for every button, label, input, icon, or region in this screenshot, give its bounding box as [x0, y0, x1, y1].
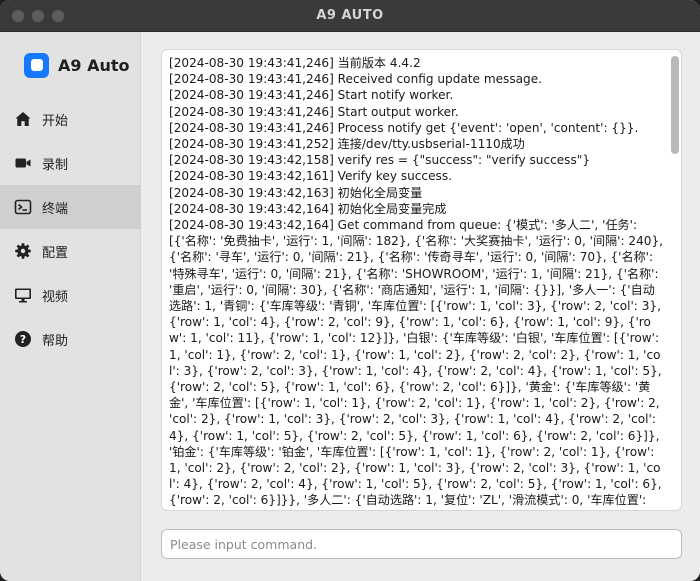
title-bar[interactable]: A9 AUTO — [0, 0, 700, 32]
log-line: [2024-08-30 19:43:42,164] Get command fr… — [169, 218, 664, 510]
sidebar: A9 Auto 开始 录制 终端 配置 视频 ? 帮助 — [0, 32, 141, 581]
log-line: [2024-08-30 19:43:41,246] Received confi… — [169, 72, 543, 87]
gear-icon — [13, 241, 33, 261]
window-title: A9 AUTO — [316, 8, 384, 23]
console-scrollbar[interactable] — [671, 56, 679, 154]
command-input[interactable] — [161, 529, 682, 559]
sidebar-item-start[interactable]: 开始 — [0, 97, 141, 141]
log-line: [2024-08-30 19:43:41,246] Process notify… — [169, 120, 639, 135]
log-text: [2024-08-30 19:43:41,246] 当前版本 4.4.2 [202… — [169, 55, 665, 510]
sidebar-item-label: 帮助 — [42, 333, 69, 349]
video-camera-icon — [13, 153, 33, 173]
sidebar-item-label: 录制 — [42, 157, 69, 173]
log-line: [2024-08-30 19:43:41,246] Start output w… — [169, 104, 459, 119]
sidebar-nav: 开始 录制 终端 配置 视频 ? 帮助 — [0, 97, 141, 361]
log-line: [2024-08-30 19:43:42,161] Verify key suc… — [169, 169, 452, 184]
terminal-icon — [13, 197, 33, 217]
sidebar-item-label: 视频 — [42, 289, 69, 305]
brand: A9 Auto — [24, 52, 130, 78]
help-icon: ? — [13, 329, 33, 349]
terminal-panel: [2024-08-30 19:43:41,246] 当前版本 4.4.2 [202… — [141, 32, 700, 581]
sidebar-item-video[interactable]: 视频 — [0, 273, 141, 317]
sidebar-item-label: 配置 — [42, 245, 69, 261]
home-icon — [13, 109, 33, 129]
monitor-icon — [13, 285, 33, 305]
console-output[interactable]: [2024-08-30 19:43:41,246] 当前版本 4.4.2 [202… — [161, 49, 682, 511]
log-line: [2024-08-30 19:43:42,158] verify res = {… — [169, 153, 591, 168]
brand-name: A9 Auto — [58, 55, 130, 75]
app-logo-icon — [24, 52, 49, 78]
log-line: [2024-08-30 19:43:42,163] 初始化全局变量 — [169, 185, 423, 200]
sidebar-item-config[interactable]: 配置 — [0, 229, 141, 273]
svg-text:?: ? — [20, 333, 26, 346]
sidebar-item-terminal[interactable]: 终端 — [0, 185, 141, 229]
log-line: [2024-08-30 19:43:41,252] 连接/dev/tty.usb… — [169, 137, 525, 152]
log-line: [2024-08-30 19:43:42,164] 初始化全局变量完成 — [169, 201, 447, 216]
log-line: [2024-08-30 19:43:41,246] 当前版本 4.4.2 — [169, 56, 421, 70]
log-line: [2024-08-30 19:43:41,246] Start notify w… — [169, 88, 454, 103]
sidebar-item-help[interactable]: ? 帮助 — [0, 317, 141, 361]
sidebar-item-label: 终端 — [42, 201, 69, 217]
app-window: A9 AUTO A9 Auto 开始 录制 终端 配置 视频 ? 帮助 [202… — [0, 0, 700, 581]
sidebar-item-record[interactable]: 录制 — [0, 141, 141, 185]
sidebar-item-label: 开始 — [42, 113, 69, 129]
